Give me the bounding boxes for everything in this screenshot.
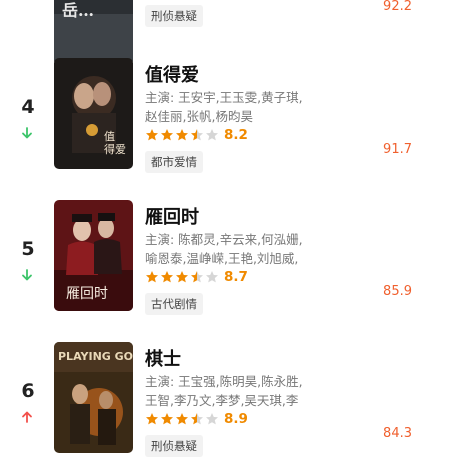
cast-line: 主演: 王安宇,王玉雯,黄子琪, <box>145 90 303 105</box>
cast-line: 王智,李乃文,李梦,吴天琪,李 <box>145 393 299 408</box>
svg-text:值: 值 <box>104 130 115 143</box>
svg-text:PLAYING GO: PLAYING GO <box>58 350 133 363</box>
drama-ranking-list: 岳… 刑侦悬疑 92.2 4 值 得爱 值得爱 主演: 王安宇,王玉雯,黄子琪, <box>0 0 450 457</box>
cast-line: 主演: 陈都灵,辛云来,何泓姗, <box>145 232 303 247</box>
poster-image[interactable]: 岳… <box>54 0 133 65</box>
list-item[interactable]: 5 雁回时 雁回时 主演: 陈都灵,辛云来,何泓姗, 喻恩泰,温峥嵘,王艳,刘旭… <box>0 200 450 322</box>
cast-list: 主演: 王宝强,陈明昊,陈永胜, 王智,李乃文,李梦,吴天琪,李 <box>145 372 325 410</box>
poster-image[interactable]: 雁回时 <box>54 200 133 311</box>
list-item[interactable]: 6 PLAYING GO 棋士 主演: 王宝强,陈明昊,陈永胜, 王智,李乃文,… <box>0 342 450 464</box>
poster-image[interactable]: 值 得爱 <box>54 58 133 169</box>
star-empty-icon <box>206 413 218 425</box>
drama-title[interactable]: 雁回时 <box>145 203 199 229</box>
star-full-icon <box>146 413 158 425</box>
cast-line: 赵佳丽,张帆,杨昀昊 <box>145 109 253 124</box>
drama-title[interactable]: 棋士 <box>145 345 181 371</box>
star-rating: 8.7 <box>145 269 248 285</box>
arrow-down-icon <box>22 127 32 139</box>
cast-list: 主演: 陈都灵,辛云来,何泓姗, 喻恩泰,温峥嵘,王艳,刘旭威, <box>145 230 325 268</box>
heat-score: 85.9 <box>383 284 412 299</box>
drama-title[interactable]: 值得爱 <box>145 61 199 87</box>
rating-score: 8.7 <box>224 269 248 285</box>
star-rating: 8.2 <box>145 127 248 143</box>
star-half-icon <box>191 129 203 141</box>
list-item[interactable]: 岳… 刑侦悬疑 92.2 <box>0 0 450 65</box>
poster-image[interactable]: PLAYING GO <box>54 342 133 453</box>
rating-score: 8.9 <box>224 411 248 427</box>
cast-line: 喻恩泰,温峥嵘,王艳,刘旭威, <box>145 251 299 266</box>
star-full-icon <box>146 129 158 141</box>
heat-score: 84.3 <box>383 426 412 441</box>
svg-text:岳…: 岳… <box>62 1 94 20</box>
rank-number: 5 <box>21 238 35 260</box>
star-half-icon <box>191 271 203 283</box>
star-full-icon <box>176 413 188 425</box>
star-full-icon <box>161 413 173 425</box>
star-full-icon <box>146 271 158 283</box>
rating-score: 8.2 <box>224 127 248 143</box>
star-full-icon <box>161 271 173 283</box>
star-empty-icon <box>206 129 218 141</box>
genre-tag[interactable]: 刑侦悬疑 <box>145 435 203 457</box>
star-rating: 8.9 <box>145 411 248 427</box>
arrow-up-icon <box>22 411 32 423</box>
cast-line: 主演: 王宝强,陈明昊,陈永胜, <box>145 374 303 389</box>
cast-list: 主演: 王安宇,王玉雯,黄子琪, 赵佳丽,张帆,杨昀昊 <box>145 88 325 126</box>
heat-score: 91.7 <box>383 142 412 157</box>
star-empty-icon <box>206 271 218 283</box>
genre-tag[interactable]: 刑侦悬疑 <box>145 5 203 27</box>
star-half-icon <box>191 413 203 425</box>
genre-tag[interactable]: 古代剧情 <box>145 293 203 315</box>
star-full-icon <box>161 129 173 141</box>
genre-tag[interactable]: 都市爱情 <box>145 151 203 173</box>
svg-text:得爱: 得爱 <box>104 143 126 156</box>
list-item[interactable]: 4 值 得爱 值得爱 主演: 王安宇,王玉雯,黄子琪, 赵佳丽,张帆,杨昀昊 8… <box>0 58 450 180</box>
heat-score: 92.2 <box>383 0 412 14</box>
star-full-icon <box>176 129 188 141</box>
svg-text:雁回时: 雁回时 <box>66 286 108 302</box>
rank-number: 4 <box>21 96 35 118</box>
arrow-down-icon <box>22 269 32 281</box>
rank-number: 6 <box>21 380 35 402</box>
star-full-icon <box>176 271 188 283</box>
